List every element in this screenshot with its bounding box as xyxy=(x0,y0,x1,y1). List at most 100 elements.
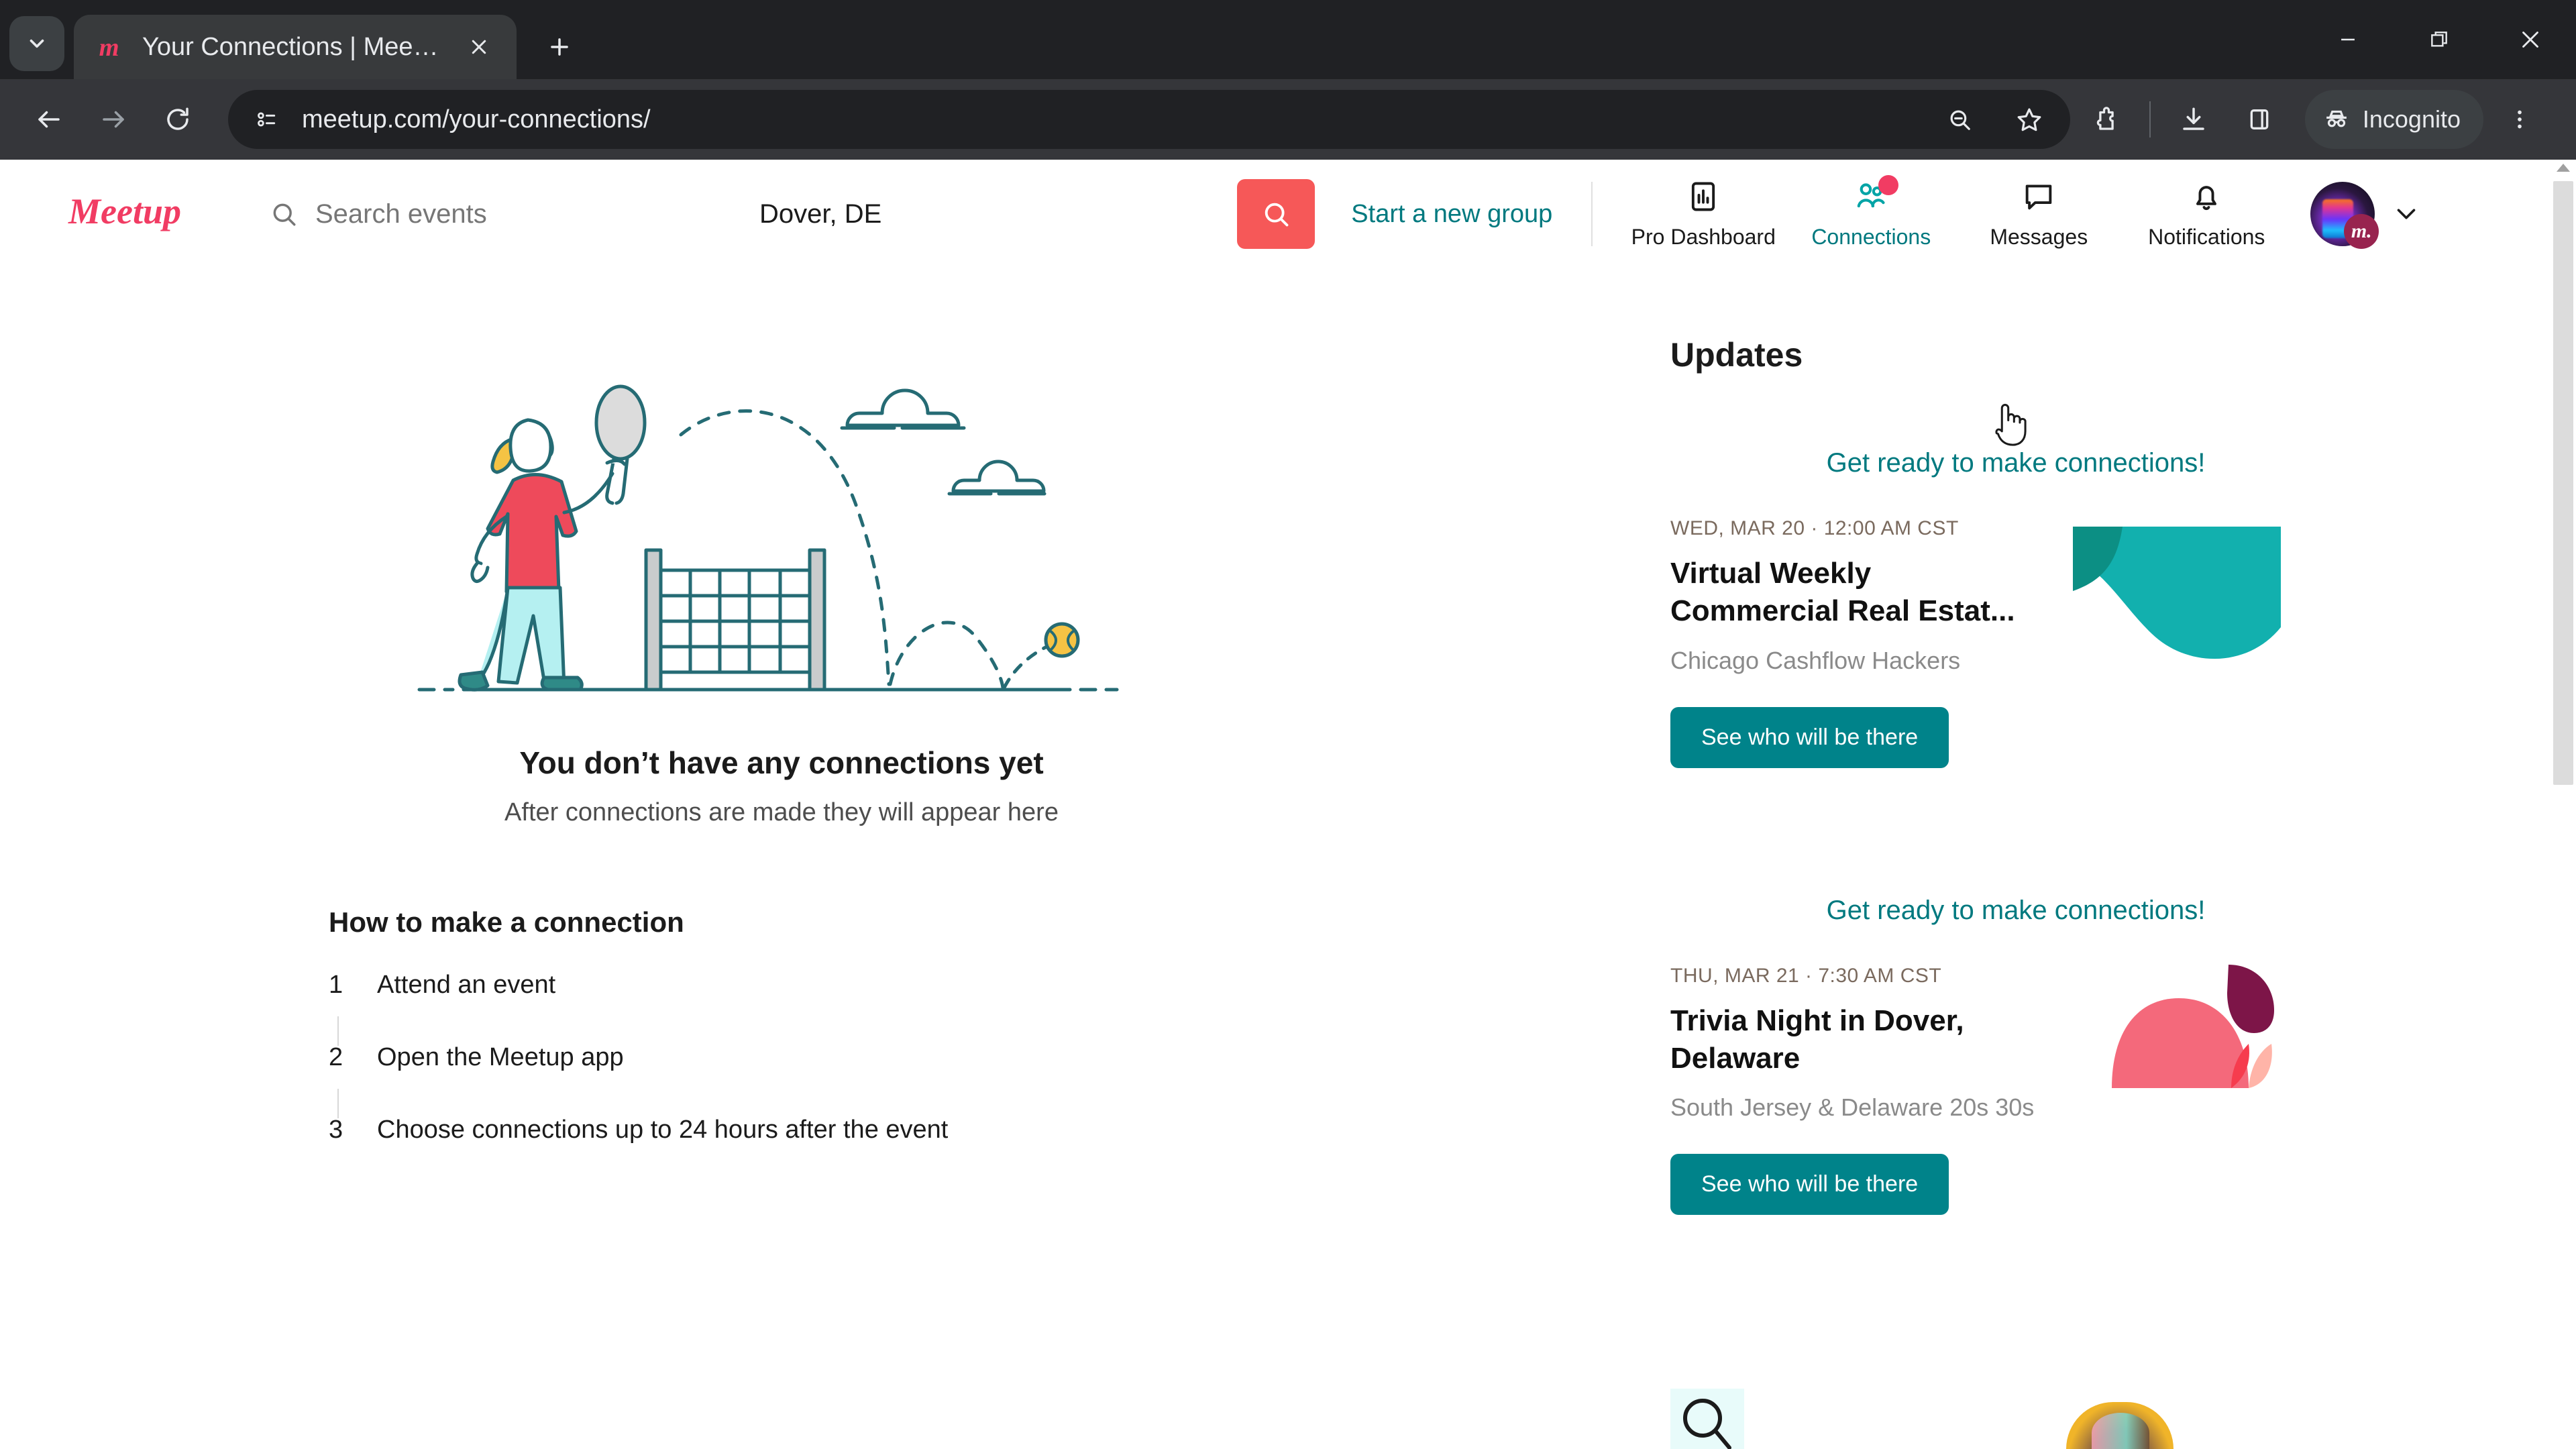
reload-button[interactable] xyxy=(149,91,207,148)
extensions-button[interactable] xyxy=(2077,90,2136,149)
start-a-new-group-link[interactable]: Start a new group xyxy=(1351,200,1552,229)
svg-text:m: m xyxy=(99,34,119,62)
address-bar[interactable]: meetup.com/your-connections/ xyxy=(228,90,2070,149)
side-panel-button[interactable] xyxy=(2230,90,2289,149)
minimize-icon xyxy=(2341,38,2355,41)
update-kicker: Get ready to make connections! xyxy=(1826,448,2206,478)
nav-item-messages[interactable]: Messages xyxy=(1955,179,2123,250)
star-icon xyxy=(2017,108,2041,131)
see-who-will-be-there-button[interactable]: See who will be there xyxy=(1670,706,1949,768)
updates-panel: Updates Get ready to make connections! W… xyxy=(1563,268,2529,1449)
meetup-favicon-glyph: m xyxy=(99,34,119,62)
step-number: 3 xyxy=(329,1116,343,1144)
toolbar-divider xyxy=(2149,101,2151,138)
back-button[interactable] xyxy=(20,91,78,148)
event-title[interactable]: Trivia Night in Dover, Delaware xyxy=(1670,1002,2046,1078)
location-input[interactable]: Dover, DE xyxy=(759,199,881,229)
meetup-logo[interactable]: Meetup xyxy=(67,189,221,240)
list-item: 1 Attend an event xyxy=(329,971,1107,1046)
bell-icon xyxy=(2196,185,2217,210)
chevron-down-icon[interactable] xyxy=(2391,199,2422,229)
chat-bubble-icon xyxy=(2025,184,2052,209)
scrollbar-thumb[interactable] xyxy=(2553,181,2573,785)
tennis-player-illustration xyxy=(417,384,1119,692)
page-viewport: Meetup Search events Dover, DE Start a n… xyxy=(0,160,2576,1449)
close-window-button[interactable] xyxy=(2485,0,2576,79)
nav-label: Notifications xyxy=(2148,224,2265,249)
downloads-button[interactable] xyxy=(2164,90,2223,149)
empty-state-title: You don’t have any connections yet xyxy=(519,745,1044,780)
event-title[interactable]: Virtual Weekly Commercial Real Estat... xyxy=(1670,555,2046,631)
close-icon xyxy=(2522,32,2538,48)
page-scrollbar[interactable] xyxy=(2551,160,2576,1449)
step-number: 1 xyxy=(329,971,343,999)
search-submit-button[interactable] xyxy=(1237,179,1316,249)
pro-badge: m. xyxy=(2344,214,2379,249)
browser-tab[interactable]: m Your Connections | Meetup xyxy=(74,15,517,79)
extensions-puzzle-icon xyxy=(2096,107,2114,130)
plus-icon xyxy=(551,38,568,56)
maximize-button[interactable] xyxy=(2394,0,2485,79)
see-who-will-be-there-button[interactable]: See who will be there xyxy=(1670,1154,1949,1216)
event-group-name: Chicago Cashflow Hackers xyxy=(1670,646,1961,674)
scroll-up-arrow-icon[interactable] xyxy=(2557,164,2570,172)
step-text: Open the Meetup app xyxy=(377,1043,624,1071)
list-item: 3 Choose connections up to 24 hours afte… xyxy=(329,1116,1107,1188)
zoom-out-button[interactable] xyxy=(1933,93,1986,146)
bookmark-button[interactable] xyxy=(2003,93,2055,146)
download-icon xyxy=(2183,107,2204,130)
howto-heading: How to make a connection xyxy=(329,906,684,938)
avatar[interactable]: m. xyxy=(2310,182,2379,249)
incognito-indicator[interactable]: Incognito xyxy=(2304,90,2483,149)
browser-toolbar: meetup.com/your-connections/ Incognito xyxy=(0,79,2576,160)
close-icon xyxy=(472,40,486,54)
header-divider xyxy=(1591,182,1593,246)
minimize-button[interactable] xyxy=(2302,0,2394,79)
nav-item-connections[interactable]: Connections xyxy=(1787,174,1955,250)
window-controls xyxy=(2302,0,2576,79)
search-icon xyxy=(273,203,296,226)
forward-button[interactable] xyxy=(85,91,142,148)
tab-search-button[interactable] xyxy=(9,16,64,71)
nav-label: Connections xyxy=(1811,224,1931,249)
pink-abstract-thumbnail xyxy=(2073,949,2281,1106)
reload-icon xyxy=(167,107,189,130)
member-photo xyxy=(2066,1402,2174,1449)
nav-label: Messages xyxy=(1990,224,2088,249)
side-panel-icon xyxy=(2250,109,2269,129)
updates-heading: Updates xyxy=(1670,336,1803,374)
search-icon xyxy=(1265,203,1289,227)
update-card-body: WED, MAR 20 · 12:00 AM CST Virtual Weekl… xyxy=(1670,517,2361,768)
page-content: You don’t have any connections yet After… xyxy=(0,268,2576,1449)
search-events-field[interactable]: Search events xyxy=(270,199,753,229)
update-card: Get ready to make connections! WED, MAR … xyxy=(1670,448,2361,768)
back-arrow-icon xyxy=(38,111,60,128)
chrome-menu-button[interactable] xyxy=(2490,90,2549,149)
new-tab-button[interactable] xyxy=(534,21,585,72)
meetup-logo-wordmark: Meetup xyxy=(68,191,181,231)
tab-close-button[interactable] xyxy=(462,30,496,64)
updates-bottom-strip xyxy=(1670,1389,2361,1449)
tab-strip: m Your Connections | Meetup xyxy=(0,0,2576,79)
meetup-header: Meetup Search events Dover, DE Start a n… xyxy=(0,160,2576,268)
step-number: 2 xyxy=(329,1043,343,1071)
profile-menu[interactable]: m. xyxy=(2310,182,2422,249)
how-to-make-a-connection: How to make a connection 1 Attend an eve… xyxy=(329,906,1107,1188)
site-settings-button[interactable] xyxy=(247,101,284,138)
update-card-text: WED, MAR 20 · 12:00 AM CST Virtual Weekl… xyxy=(1670,517,2046,768)
url-text[interactable]: meetup.com/your-connections/ xyxy=(302,105,1916,134)
step-text: Choose connections up to 24 hours after … xyxy=(377,1116,949,1144)
nav-item-notifications[interactable]: Notifications xyxy=(2123,179,2290,250)
tab-title: Your Connections | Meetup xyxy=(142,32,445,61)
meetup-favicon: m xyxy=(97,32,126,62)
nav-item-pro-dashboard[interactable]: Pro Dashboard xyxy=(1619,179,1787,250)
header-nav: Pro Dashboard Connections Messages Notif… xyxy=(1619,174,2290,250)
step-text: Attend an event xyxy=(377,971,556,999)
connections-badge-dot xyxy=(1878,174,1899,195)
event-group-name: South Jersey & Delaware 20s 30s xyxy=(1670,1093,2035,1122)
event-datetime: THU, MAR 21 · 7:30 AM CST xyxy=(1670,964,1942,987)
page-settings-icon xyxy=(258,112,276,127)
maximize-icon xyxy=(2431,32,2447,47)
nav-label: Pro Dashboard xyxy=(1631,224,1776,249)
search-icon[interactable] xyxy=(1670,1389,1744,1449)
